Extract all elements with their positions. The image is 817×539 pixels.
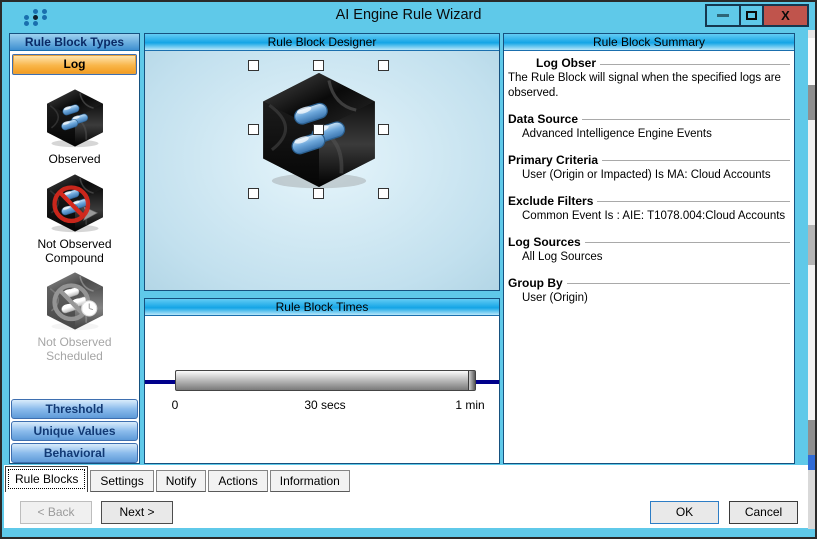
section-body: User (Origin or Impacted) Is MA: Cloud A… <box>508 168 790 183</box>
type-item-not-observed-scheduled <box>10 270 139 337</box>
section-heading: Log Obser <box>508 56 600 70</box>
slider-end-grip[interactable] <box>468 371 475 390</box>
designer-canvas[interactable] <box>145 51 499 290</box>
rule-block-designer-panel: Rule Block Designer <box>144 33 500 291</box>
not-observed-cube-icon <box>44 172 106 234</box>
background-window-edge <box>808 30 817 529</box>
tab-rule-blocks[interactable]: Rule Blocks <box>5 466 88 492</box>
resize-handle-nw[interactable] <box>248 60 259 71</box>
summary-section-exclude-filters: Exclude Filters Common Event Is : AIE: T… <box>508 194 790 224</box>
resize-handle-sw[interactable] <box>248 188 259 199</box>
rule-block-types-header: Rule Block Types <box>10 34 139 51</box>
section-heading: Data Source <box>508 112 582 126</box>
summary-section-log-sources: Log Sources All Log Sources <box>508 235 790 265</box>
unique-values-button[interactable]: Unique Values <box>11 421 138 441</box>
minimize-icon <box>717 14 729 17</box>
tick-label-30secs: 30 secs <box>275 398 375 412</box>
section-heading: Exclude Filters <box>508 194 597 208</box>
section-rule <box>582 119 790 120</box>
type-item-observed[interactable] <box>10 87 139 154</box>
rule-block-summary-panel: Rule Block Summary Log Obser The Rule Bl… <box>503 33 795 464</box>
section-body: Common Event Is : AIE: T1078.004:Cloud A… <box>508 209 790 224</box>
rule-block-designer-header: Rule Block Designer <box>145 34 499 51</box>
section-rule <box>600 64 790 65</box>
rule-block-summary-header: Rule Block Summary <box>504 34 794 51</box>
window-controls: X <box>705 4 809 27</box>
tick-label-0: 0 <box>163 398 187 412</box>
observed-cube-icon <box>44 87 106 149</box>
close-icon: X <box>781 8 790 23</box>
maximize-icon <box>746 11 757 20</box>
tab-notify[interactable]: Notify <box>156 470 207 492</box>
section-heading: Primary Criteria <box>508 153 602 167</box>
summary-section-primary-criteria: Primary Criteria User (Origin or Impacte… <box>508 153 790 183</box>
section-rule <box>602 160 790 161</box>
resize-handle-w[interactable] <box>248 124 259 135</box>
next-button[interactable]: Next > <box>101 501 173 524</box>
summary-section-log-observed: Log Obser The Rule Block will signal whe… <box>508 56 790 101</box>
section-body: All Log Sources <box>508 250 790 265</box>
close-button[interactable]: X <box>762 6 807 25</box>
title-bar: AI Engine Rule Wizard X <box>2 2 815 30</box>
maximize-button[interactable] <box>739 6 762 25</box>
ok-button[interactable]: OK <box>650 501 719 524</box>
summary-section-data-source: Data Source Advanced Intelligence Engine… <box>508 112 790 142</box>
wizard-tabs: Rule Blocks Settings Notify Actions Info… <box>5 465 352 492</box>
resize-handle-s[interactable] <box>313 188 324 199</box>
resize-handle-ne[interactable] <box>378 60 389 71</box>
section-rule <box>567 283 790 284</box>
minimize-button[interactable] <box>707 6 739 25</box>
section-rule <box>597 201 790 202</box>
threshold-button[interactable]: Threshold <box>11 399 138 419</box>
section-body: The Rule Block will signal when the spec… <box>508 71 790 101</box>
not-observed-scheduled-cube-icon <box>44 270 106 332</box>
cancel-button[interactable]: Cancel <box>729 501 798 524</box>
time-range-slider[interactable] <box>175 370 476 391</box>
times-body: 0 30 secs 1 min <box>145 316 499 463</box>
rule-block-times-panel: Rule Block Times 0 30 secs 1 min <box>144 298 500 464</box>
bottom-bar: Rule Blocks Settings Notify Actions Info… <box>4 465 808 528</box>
tab-actions[interactable]: Actions <box>208 470 267 492</box>
section-heading: Log Sources <box>508 235 585 249</box>
rule-block-types-panel: Rule Block Types Log Observed Not Observ… <box>9 33 140 464</box>
resize-handle-n[interactable] <box>313 60 324 71</box>
type-label-observed: Observed <box>10 153 139 167</box>
summary-body: Log Obser The Rule Block will signal whe… <box>504 51 794 463</box>
tick-label-1min: 1 min <box>430 398 510 412</box>
section-rule <box>585 242 790 243</box>
back-button: < Back <box>20 501 92 524</box>
type-label-not-observed-compound: Not Observed Compound <box>10 238 139 266</box>
behavioral-button[interactable]: Behavioral <box>11 443 138 463</box>
resize-handle-center[interactable] <box>313 124 324 135</box>
type-label-not-observed-scheduled: Not Observed Scheduled <box>10 336 139 364</box>
section-body: User (Origin) <box>508 291 790 306</box>
section-heading: Group By <box>508 276 567 290</box>
ai-engine-rule-wizard-window: AI Engine Rule Wizard X Rule Block Types… <box>0 0 817 539</box>
tab-information[interactable]: Information <box>270 470 350 492</box>
resize-handle-se[interactable] <box>378 188 389 199</box>
log-category-button[interactable]: Log <box>12 54 137 75</box>
rule-block-times-header: Rule Block Times <box>145 299 499 316</box>
tab-settings[interactable]: Settings <box>90 470 153 492</box>
window-title: AI Engine Rule Wizard <box>2 7 815 23</box>
section-body: Advanced Intelligence Engine Events <box>508 127 790 142</box>
summary-section-group-by: Group By User (Origin) <box>508 276 790 306</box>
resize-handle-e[interactable] <box>378 124 389 135</box>
type-item-not-observed-compound[interactable] <box>10 172 139 239</box>
